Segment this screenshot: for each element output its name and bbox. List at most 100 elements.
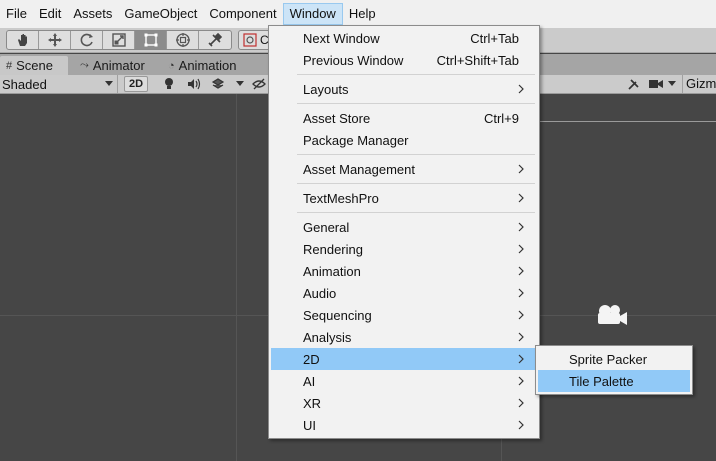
tab-animator-label: Animator xyxy=(92,58,145,73)
menu-item-label: Asset Management xyxy=(303,161,416,177)
chevron-down-icon xyxy=(105,81,113,86)
menu-item-label: General xyxy=(303,219,350,235)
menu-item-label: AI xyxy=(303,373,316,389)
chevron-right-icon xyxy=(518,84,524,94)
menu-component[interactable]: Component xyxy=(203,3,282,25)
shortcut-label: Ctrl+Shift+Tab xyxy=(436,52,519,68)
menu-file[interactable]: File xyxy=(0,3,33,25)
animator-icon: ⤳ xyxy=(80,59,89,71)
menu-item-rendering[interactable]: Rendering xyxy=(271,238,537,260)
menu-item-layouts[interactable]: Layouts xyxy=(271,78,537,100)
rect-tool-icon[interactable] xyxy=(135,31,167,49)
tab-scene-label: Scene xyxy=(16,58,53,73)
hidden-objects-icon[interactable] xyxy=(250,76,268,92)
grid-line xyxy=(236,94,237,461)
submenu-2d: Sprite Packer Tile Palette xyxy=(535,345,693,395)
move-tool-icon[interactable] xyxy=(39,31,71,49)
menu-item-label: UI xyxy=(303,417,316,433)
chevron-right-icon xyxy=(518,420,524,430)
menu-item-asset-management[interactable]: Asset Management xyxy=(271,158,537,180)
menu-separator xyxy=(297,183,535,184)
tab-animation[interactable]: ◔ Animation xyxy=(162,56,262,75)
menu-item-2d[interactable]: 2D xyxy=(271,348,537,370)
chevron-down-icon[interactable] xyxy=(234,76,246,92)
menu-item-animation[interactable]: Animation xyxy=(271,260,537,282)
chevron-right-icon xyxy=(518,266,524,276)
chevron-right-icon xyxy=(518,244,524,254)
chevron-right-icon xyxy=(518,310,524,320)
scale-tool-icon[interactable] xyxy=(103,31,135,49)
menu-bar: File Edit Assets GameObject Component Wi… xyxy=(0,0,716,28)
mode-2d-toggle[interactable]: 2D xyxy=(124,76,148,92)
menu-gameobject[interactable]: GameObject xyxy=(118,3,203,25)
menu-edit[interactable]: Edit xyxy=(33,3,67,25)
chevron-right-icon xyxy=(518,164,524,174)
hand-tool-icon[interactable] xyxy=(7,31,39,49)
chevron-right-icon xyxy=(518,288,524,298)
menu-help[interactable]: Help xyxy=(343,3,382,25)
menu-window[interactable]: Window xyxy=(282,3,343,25)
menu-item-sequencing[interactable]: Sequencing xyxy=(271,304,537,326)
menu-item-analysis[interactable]: Analysis xyxy=(271,326,537,348)
menu-item-label: Sequencing xyxy=(303,307,372,323)
menu-item-label: Next Window xyxy=(303,30,380,46)
chevron-down-icon[interactable] xyxy=(666,76,678,92)
menu-item-label: Analysis xyxy=(303,329,352,345)
transform-tool-icon[interactable] xyxy=(167,31,199,49)
chevron-right-icon xyxy=(518,222,524,232)
chevron-right-icon xyxy=(518,193,524,203)
mode-2d-label: 2D xyxy=(128,78,144,90)
menu-item-label: Audio xyxy=(303,285,337,301)
menu-item-general[interactable]: General xyxy=(271,216,537,238)
menu-separator xyxy=(297,74,535,75)
custom-tool-icon[interactable] xyxy=(199,31,231,49)
menu-item-asset-store[interactable]: Asset Store Ctrl+9 xyxy=(271,107,537,129)
menu-item-label: Sprite Packer xyxy=(569,351,648,367)
menu-item-audio[interactable]: Audio xyxy=(271,282,537,304)
menu-item-label: 2D xyxy=(303,351,320,367)
effects-toggle-icon[interactable] xyxy=(208,76,228,92)
window-menu-dropdown: Next Window Ctrl+Tab Previous Window Ctr… xyxy=(268,25,540,439)
menu-separator xyxy=(297,212,535,213)
chevron-right-icon xyxy=(518,332,524,342)
menu-item-ai[interactable]: AI xyxy=(271,370,537,392)
menu-item-textmeshpro[interactable]: TextMeshPro xyxy=(271,187,537,209)
menu-item-xr[interactable]: XR xyxy=(271,392,537,414)
animation-clock-icon: ◔ xyxy=(168,59,175,72)
grid-icon: # xyxy=(6,59,13,72)
menu-assets[interactable]: Assets xyxy=(67,3,118,25)
audio-toggle-icon[interactable] xyxy=(184,76,204,92)
tab-scene[interactable]: # Scene xyxy=(0,56,68,75)
menu-item-label: Asset Store xyxy=(303,110,371,126)
tools-icon[interactable] xyxy=(624,76,642,92)
menu-item-sprite-packer[interactable]: Sprite Packer xyxy=(538,348,690,370)
menu-item-label: Rendering xyxy=(303,241,363,257)
menu-item-label: Tile Palette xyxy=(569,373,634,389)
menu-item-label: Package Manager xyxy=(303,132,409,148)
menu-item-ui[interactable]: UI xyxy=(271,414,537,436)
rotate-tool-icon[interactable] xyxy=(71,31,103,49)
menu-item-label: Previous Window xyxy=(303,52,404,68)
tab-animator[interactable]: ⤳ Animator xyxy=(74,56,160,75)
menu-separator xyxy=(297,154,535,155)
pivot-icon xyxy=(243,33,257,47)
shading-mode-label: Shaded xyxy=(2,76,47,92)
camera-settings-icon[interactable] xyxy=(648,76,664,92)
shading-mode-dropdown[interactable]: Shaded xyxy=(0,75,118,93)
transform-tools xyxy=(6,30,232,50)
shortcut-label: Ctrl+Tab xyxy=(470,30,519,46)
menu-item-next-window[interactable]: Next Window Ctrl+Tab xyxy=(271,27,537,49)
lighting-toggle-icon[interactable] xyxy=(160,76,178,92)
menu-item-tile-palette[interactable]: Tile Palette xyxy=(538,370,690,392)
camera-gizmo-icon[interactable] xyxy=(595,303,629,327)
gizmos-dropdown[interactable]: Gizmo xyxy=(682,75,716,93)
tab-animation-label: Animation xyxy=(178,58,237,73)
menu-separator xyxy=(297,103,535,104)
chevron-right-icon xyxy=(518,398,524,408)
menu-item-package-manager[interactable]: Package Manager xyxy=(271,129,537,151)
menu-item-previous-window[interactable]: Previous Window Ctrl+Shift+Tab xyxy=(271,49,537,71)
menu-item-label: Animation xyxy=(303,263,361,279)
grid-line xyxy=(540,121,716,122)
menu-item-label: Layouts xyxy=(303,81,349,97)
menu-item-label: TextMeshPro xyxy=(303,190,379,206)
